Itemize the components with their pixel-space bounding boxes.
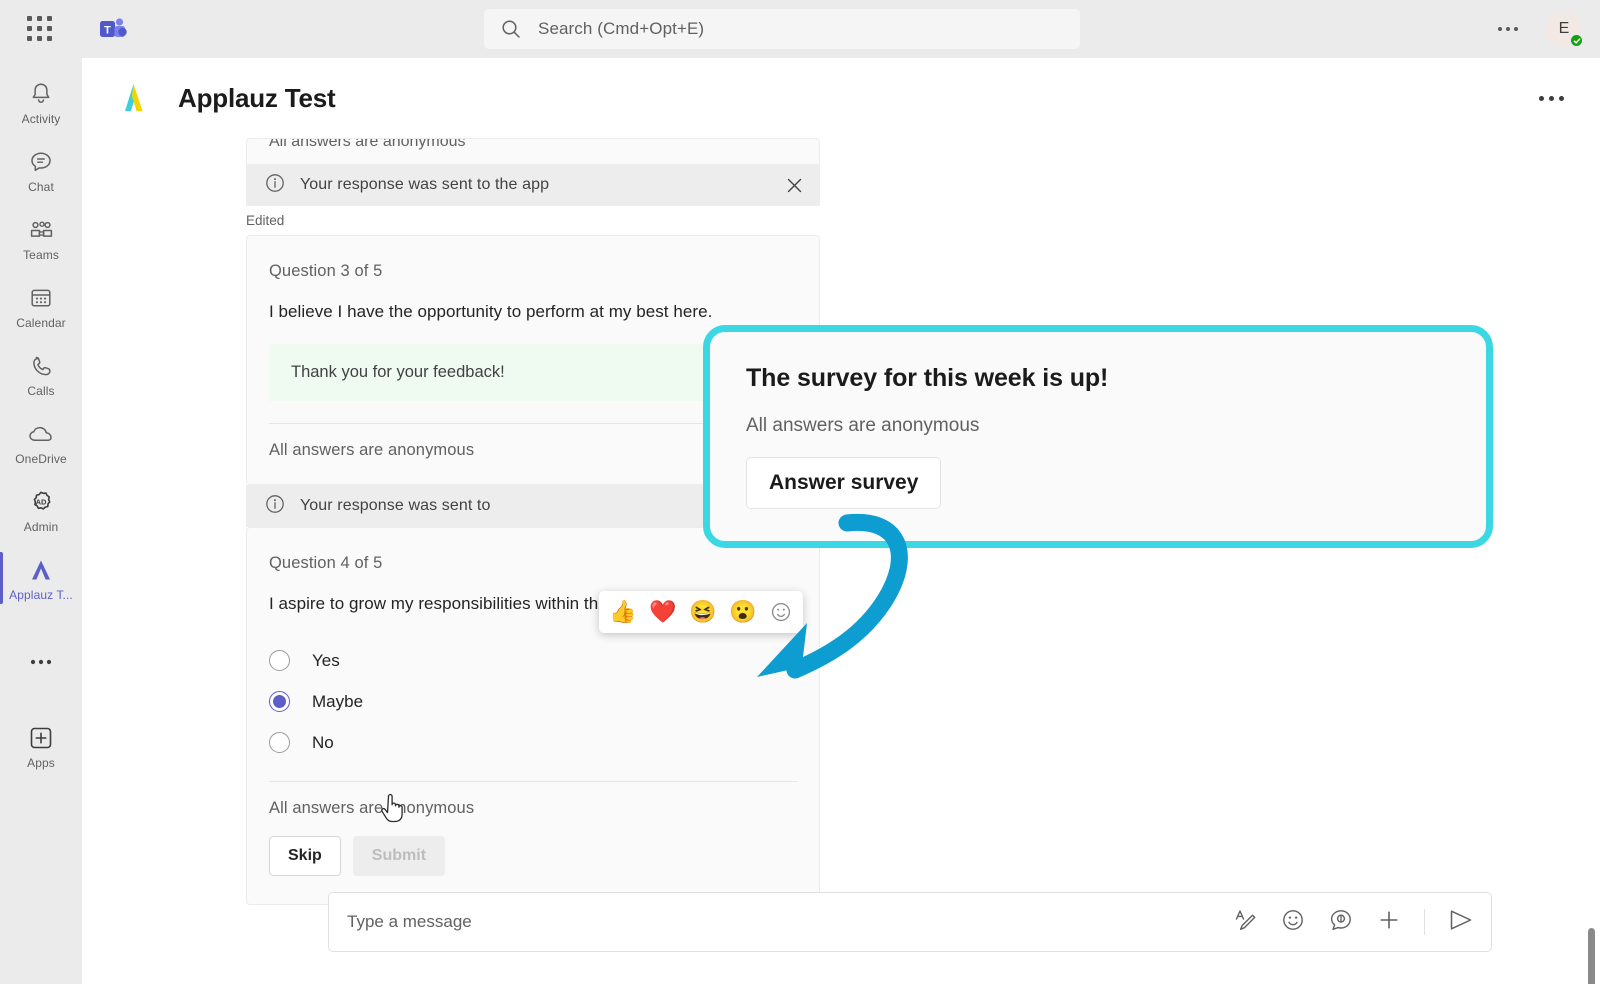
sidebar-item-calls[interactable]: Calls: [0, 340, 82, 408]
teams-icon: [27, 215, 55, 245]
radio-group: Yes Maybe No: [269, 640, 797, 763]
message-list: All answers are anonymous Your response …: [82, 138, 1600, 984]
sidebar-item-onedrive[interactable]: OneDrive: [0, 408, 82, 476]
sidebar-item-teams[interactable]: Teams: [0, 204, 82, 272]
top-bar-more-icon[interactable]: [1492, 19, 1524, 39]
channel-header: Applauz Test: [82, 58, 1600, 138]
reaction-laugh-icon[interactable]: 😆: [689, 601, 713, 623]
anonymous-note: All answers are anonymous: [269, 138, 797, 151]
sidebar-item-activity[interactable]: Activity: [0, 68, 82, 136]
radio-button[interactable]: [269, 650, 290, 671]
format-text-icon[interactable]: [1232, 907, 1258, 938]
message-compose-box[interactable]: Type a message: [328, 892, 1492, 952]
calendar-icon: [28, 283, 54, 313]
radio-option-maybe[interactable]: Maybe: [269, 681, 797, 722]
app-launcher-icon[interactable]: [20, 9, 60, 49]
radio-label: Yes: [312, 651, 340, 671]
sidebar-item-label: Chat: [28, 180, 54, 194]
sidebar-more-apps[interactable]: [0, 628, 82, 696]
submit-button[interactable]: Submit: [353, 836, 445, 876]
radio-label: No: [312, 733, 334, 753]
admin-gear-icon: AD: [27, 487, 55, 517]
svg-text:AD: AD: [36, 497, 47, 506]
page-title: Applauz Test: [178, 83, 335, 114]
radio-button-selected[interactable]: [269, 691, 290, 712]
avatar[interactable]: E: [1546, 11, 1582, 47]
sidebar-item-applauz[interactable]: Applauz T...: [0, 544, 82, 612]
applauz-icon: [26, 555, 56, 585]
toolbar-divider: [1424, 909, 1425, 935]
answer-survey-button[interactable]: Answer survey: [746, 457, 941, 509]
sidebar-item-chat[interactable]: Chat: [0, 136, 82, 204]
info-icon: [264, 493, 286, 520]
cloud-icon: [27, 419, 55, 449]
sidebar-item-label: Admin: [24, 520, 59, 534]
send-icon[interactable]: [1447, 907, 1475, 938]
banner-text: Your response was sent to the app: [300, 176, 549, 194]
chat-icon: [28, 147, 54, 177]
sidebar-item-apps[interactable]: Apps: [0, 712, 82, 780]
sticker-icon[interactable]: [1328, 907, 1354, 938]
more-reactions-icon[interactable]: [769, 601, 793, 623]
radio-option-yes[interactable]: Yes: [269, 640, 797, 681]
radio-label: Maybe: [312, 692, 363, 712]
more-horizontal-icon: [26, 647, 56, 677]
sidebar-item-label: Applauz T...: [9, 588, 73, 602]
sidebar-item-label: OneDrive: [15, 452, 66, 466]
teams-app-window: T Search (Cmd+Opt+E) E: [0, 0, 1600, 984]
question-text: I believe I have the opportunity to perf…: [269, 302, 797, 322]
phone-icon: [28, 351, 54, 381]
top-bar-right-group: E: [1492, 0, 1582, 58]
sidebar-item-label: Calendar: [16, 316, 66, 330]
callout-title: The survey for this week is up!: [746, 364, 1450, 393]
callout-subtitle: All answers are anonymous: [746, 415, 1450, 437]
close-icon[interactable]: [784, 175, 804, 195]
question-number: Question 4 of 5: [269, 554, 797, 573]
radio-option-no[interactable]: No: [269, 722, 797, 763]
reaction-thumbsup-icon[interactable]: 👍: [609, 601, 633, 623]
search-bar[interactable]: Search (Cmd+Opt+E): [484, 9, 1080, 49]
anonymous-note: All answers are anonymous: [269, 782, 797, 834]
search-icon: [500, 18, 522, 40]
question-number: Question 3 of 5: [269, 262, 797, 281]
question-card-4: Question 4 of 5 I aspire to grow my resp…: [246, 527, 820, 905]
sidebar-item-label: Apps: [27, 756, 55, 770]
reaction-heart-icon[interactable]: ❤️: [649, 601, 673, 623]
applauz-logo-icon: [112, 76, 156, 120]
left-nav-rail: Activity Chat: [0, 58, 82, 984]
reaction-picker[interactable]: 👍 ❤️ 😆 😮: [599, 591, 803, 633]
response-sent-banner-1: Your response was sent to the app: [246, 164, 820, 206]
plus-icon[interactable]: [1376, 907, 1402, 938]
sidebar-item-admin[interactable]: AD Admin: [0, 476, 82, 544]
scrollbar-thumb[interactable]: [1588, 928, 1595, 984]
survey-callout-card: The survey for this week is up! All answ…: [703, 325, 1493, 548]
message-input[interactable]: Type a message: [347, 912, 1232, 932]
banner-text: Your response was sent to: [300, 497, 490, 515]
info-icon: [264, 172, 286, 199]
previous-question-card-partial: All answers are anonymous: [246, 138, 820, 164]
edited-label: Edited: [246, 206, 820, 235]
compose-toolbar: [1232, 907, 1475, 938]
skip-button[interactable]: Skip: [269, 836, 341, 876]
search-input[interactable]: Search (Cmd+Opt+E): [538, 19, 704, 39]
microsoft-teams-logo-icon: T: [96, 12, 130, 46]
radio-button[interactable]: [269, 732, 290, 753]
svg-text:T: T: [104, 25, 111, 37]
sidebar-item-label: Teams: [23, 248, 59, 262]
action-buttons: Skip Submit: [269, 836, 797, 876]
sidebar-item-calendar[interactable]: Calendar: [0, 272, 82, 340]
bell-icon: [28, 79, 54, 109]
emoji-icon[interactable]: [1280, 907, 1306, 938]
channel-more-icon[interactable]: [1539, 96, 1564, 101]
plus-square-icon: [27, 723, 55, 753]
presence-available-icon: [1569, 33, 1584, 48]
reaction-surprised-icon[interactable]: 😮: [729, 601, 753, 623]
sidebar-item-label: Activity: [22, 112, 61, 126]
sidebar-item-label: Calls: [27, 384, 54, 398]
top-bar: T Search (Cmd+Opt+E) E: [0, 0, 1600, 58]
